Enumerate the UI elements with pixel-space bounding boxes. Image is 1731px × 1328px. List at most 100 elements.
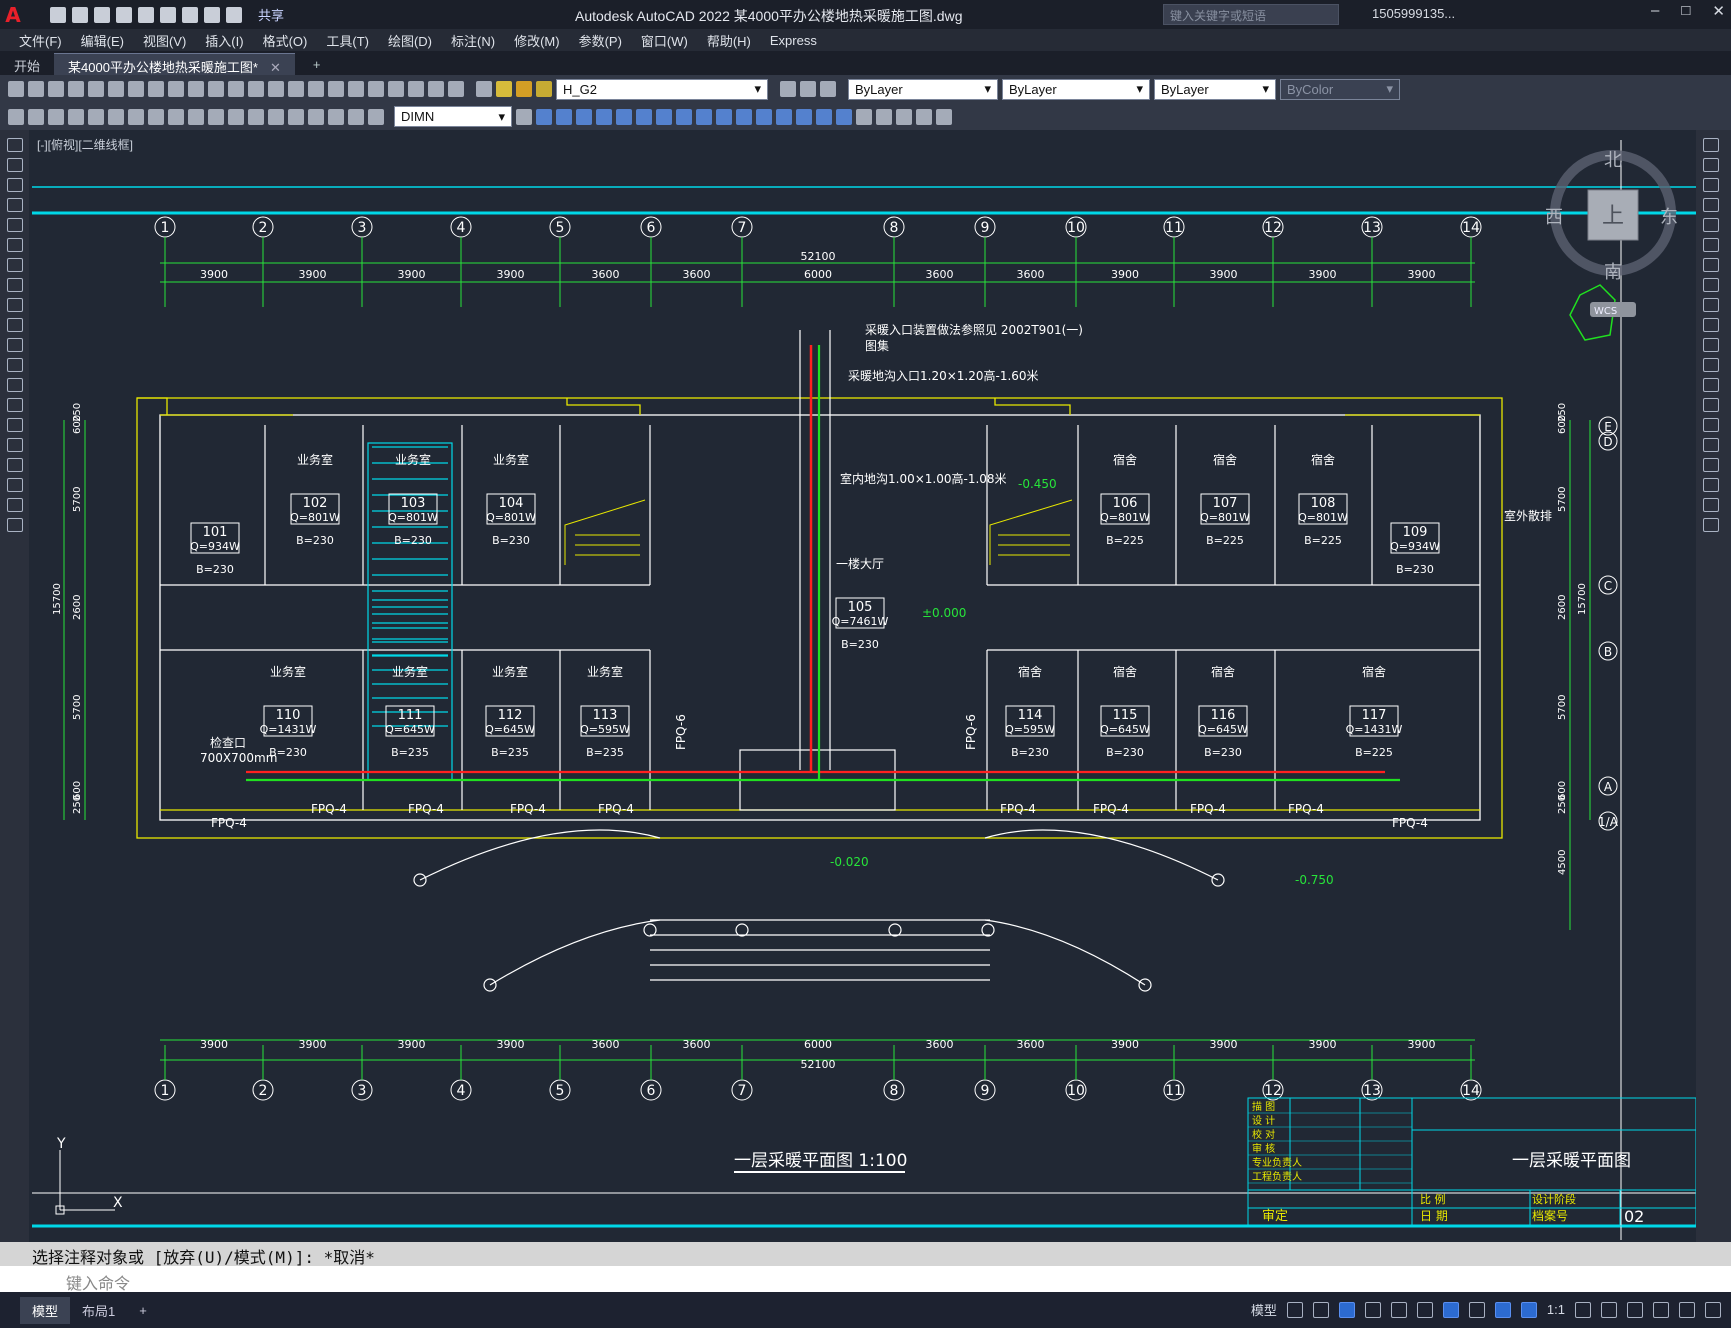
- fillet-icon[interactable]: [1703, 458, 1719, 472]
- search-input[interactable]: 键入关键字或短语: [1163, 4, 1339, 25]
- match-icon[interactable]: [1703, 518, 1719, 532]
- save-as-icon[interactable]: [116, 6, 132, 23]
- menu-item[interactable]: 编辑(E): [81, 31, 124, 50]
- region-icon[interactable]: [936, 108, 952, 125]
- snap-icon[interactable]: [1312, 1301, 1329, 1318]
- zoom-window-icon[interactable]: [288, 81, 304, 97]
- dim-style-manager-icon[interactable]: [516, 108, 532, 125]
- print-icon[interactable]: [68, 81, 84, 97]
- ellipse-icon[interactable]: [7, 318, 23, 332]
- fillet-icon[interactable]: [816, 108, 832, 125]
- viewcube-top[interactable]: 上: [1602, 204, 1624, 229]
- linear-dim-icon[interactable]: [68, 108, 84, 125]
- preview-icon[interactable]: [88, 81, 104, 97]
- dim-update-icon[interactable]: [368, 108, 384, 125]
- multiline-text-icon[interactable]: [7, 498, 23, 512]
- menu-item[interactable]: 文件(F): [19, 31, 62, 50]
- drawing-canvas[interactable]: [-][俯视][二维线框] 1 2 3 4 5 6 7 8 9 10 11 12 13 14 123456…: [29, 130, 1696, 1242]
- mirror-icon[interactable]: [1703, 198, 1719, 212]
- offset-icon[interactable]: [1703, 218, 1719, 232]
- menu-item[interactable]: 绘图(D): [388, 31, 432, 50]
- add-selected-icon[interactable]: [7, 518, 23, 532]
- viewcube-east[interactable]: 东: [1660, 207, 1678, 228]
- grid-icon[interactable]: [1286, 1301, 1303, 1318]
- menu-item[interactable]: 帮助(H): [707, 31, 751, 50]
- mirror-icon[interactable]: [576, 108, 592, 125]
- rotate-icon[interactable]: [1703, 278, 1719, 292]
- scale-icon[interactable]: [676, 108, 692, 125]
- menu-item[interactable]: 工具(T): [326, 31, 369, 50]
- hardware-acceleration-icon[interactable]: [1653, 1301, 1669, 1318]
- chamfer-icon[interactable]: [1703, 438, 1719, 452]
- close-tab-icon[interactable]: ✕: [270, 60, 281, 75]
- open-icon[interactable]: [72, 6, 88, 23]
- gradient-icon[interactable]: [7, 438, 23, 452]
- layer-lock-icon[interactable]: [536, 81, 552, 97]
- open-web-icon[interactable]: [138, 6, 154, 23]
- insert-block-icon[interactable]: [7, 358, 23, 372]
- plotstyle-dropdown[interactable]: ByColor ▾: [1280, 78, 1400, 100]
- layer-dropdown[interactable]: H_G2 ▾: [556, 78, 768, 100]
- calculator-icon[interactable]: [428, 81, 444, 97]
- gradient-icon[interactable]: [916, 108, 932, 125]
- isolate-icon[interactable]: [1627, 1301, 1643, 1318]
- save-icon[interactable]: [48, 81, 64, 97]
- tab-start[interactable]: 开始: [0, 53, 54, 75]
- dimstyle-dropdown[interactable]: DIMN ▾: [394, 106, 512, 127]
- scale-icon[interactable]: [1703, 298, 1719, 312]
- undo-icon[interactable]: [208, 81, 224, 97]
- add-layout-button[interactable]: +: [127, 1299, 159, 1322]
- viewcube-north[interactable]: 北: [1604, 150, 1622, 171]
- redo-icon[interactable]: [228, 81, 244, 97]
- undo-icon[interactable]: [204, 6, 220, 23]
- move-icon[interactable]: [1703, 258, 1719, 272]
- erase-icon[interactable]: [536, 108, 552, 125]
- blend-curves-icon[interactable]: [1703, 478, 1719, 492]
- circle-icon[interactable]: [7, 258, 23, 272]
- join-icon[interactable]: [1703, 418, 1719, 432]
- draw-order-icon[interactable]: [8, 108, 24, 125]
- tab-model[interactable]: 模型: [20, 1296, 71, 1324]
- tool-palettes-icon[interactable]: [368, 81, 384, 97]
- ortho-icon[interactable]: [1338, 1301, 1355, 1318]
- arc-icon[interactable]: [7, 238, 23, 252]
- make-block-icon[interactable]: [876, 108, 892, 125]
- extend-icon[interactable]: [1703, 358, 1719, 372]
- insert-block-icon[interactable]: [856, 108, 872, 125]
- menu-item[interactable]: 窗口(W): [641, 31, 688, 50]
- publish-icon[interactable]: [108, 81, 124, 97]
- make-block-icon[interactable]: [7, 378, 23, 392]
- paste-icon[interactable]: [168, 81, 184, 97]
- pan-icon[interactable]: [248, 81, 264, 97]
- polyline-icon[interactable]: [7, 178, 23, 192]
- command-input[interactable]: 键入命令: [0, 1266, 1731, 1293]
- diameter-dim-icon[interactable]: [188, 108, 204, 125]
- clean-screen-icon[interactable]: [1679, 1301, 1695, 1318]
- copy-icon[interactable]: [1703, 178, 1719, 192]
- rotate-icon[interactable]: [656, 108, 672, 125]
- table-icon[interactable]: [7, 478, 23, 492]
- menu-item[interactable]: 视图(V): [143, 31, 186, 50]
- qnew-icon[interactable]: [8, 81, 24, 97]
- maximize-icon[interactable]: □: [1681, 2, 1690, 20]
- continue-dim-icon[interactable]: [268, 108, 284, 125]
- properties-icon[interactable]: [328, 81, 344, 97]
- linetype-dropdown[interactable]: ByLayer ▾: [1002, 78, 1150, 100]
- help-icon[interactable]: [448, 81, 464, 97]
- markup-icon[interactable]: [408, 81, 424, 97]
- viewcube-west[interactable]: 西: [1545, 207, 1563, 228]
- rectangle-icon[interactable]: [7, 218, 23, 232]
- baseline-dim-icon[interactable]: [248, 108, 264, 125]
- trim-icon[interactable]: [1703, 338, 1719, 352]
- hatch-icon[interactable]: [7, 418, 23, 432]
- plus-icon[interactable]: [1601, 1301, 1617, 1318]
- minimize-icon[interactable]: –: [1651, 2, 1659, 20]
- dim-edit-icon[interactable]: [348, 108, 364, 125]
- chamfer-icon[interactable]: [796, 108, 812, 125]
- lineweight-icon[interactable]: [1468, 1301, 1485, 1318]
- offset-icon[interactable]: [596, 108, 612, 125]
- viewcube-south[interactable]: 南: [1604, 262, 1622, 283]
- center-mark-icon[interactable]: [308, 108, 324, 125]
- aligned-dim-icon[interactable]: [88, 108, 104, 125]
- break-icon[interactable]: [756, 108, 772, 125]
